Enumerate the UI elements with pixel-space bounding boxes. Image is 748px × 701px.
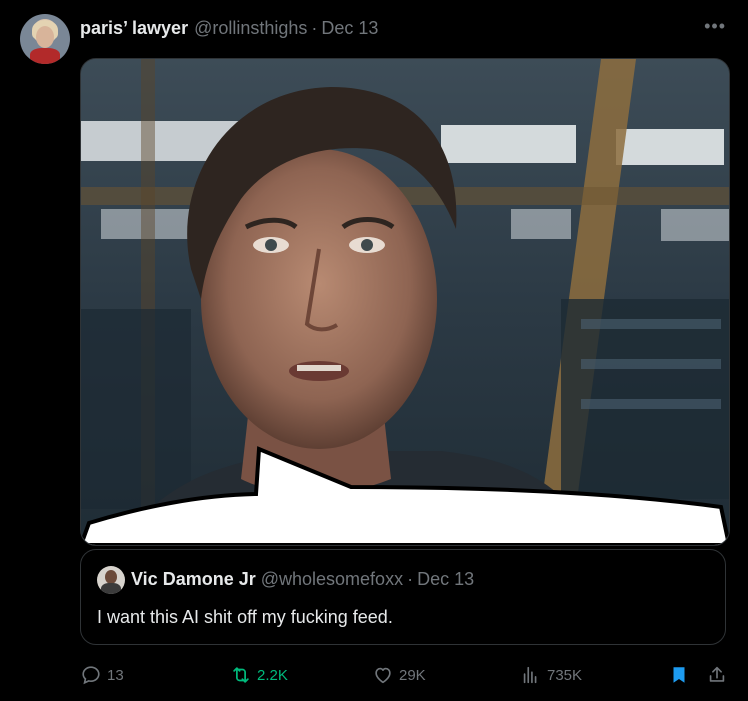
share-icon — [709, 666, 725, 682]
share-button[interactable] — [706, 660, 728, 690]
retweet-button[interactable]: 2.2K — [230, 660, 288, 690]
tweet-date[interactable]: Dec 13 — [321, 18, 378, 39]
tweet-header: paris’ lawyer @rollinsthighs · Dec 13 — [80, 17, 378, 39]
like-count: 29K — [399, 666, 426, 684]
quoted-tweet-text: I want this AI shit off my fucking feed. — [97, 607, 393, 627]
views-button[interactable]: 735K — [520, 660, 582, 690]
reply-button[interactable]: 13 — [80, 660, 124, 690]
more-options-icon[interactable]: ••• — [704, 16, 726, 36]
author-display-name[interactable]: paris’ lawyer — [80, 18, 188, 39]
retweet-icon — [233, 667, 249, 683]
header-separator: · — [311, 17, 318, 38]
tweet[interactable]: paris’ lawyer @rollinsthighs · Dec 13 ••… — [0, 0, 748, 701]
heart-icon — [375, 667, 391, 684]
tweet-action-bar: 13 2.2K 29K 735K — [80, 660, 728, 690]
avatar-face — [36, 26, 54, 48]
analytics-icon — [523, 666, 537, 684]
quoted-tweet[interactable]: Vic Damone Jr @wholesomefoxx · Dec 13 I … — [80, 549, 726, 645]
quoted-author-display-name[interactable]: Vic Damone Jr — [131, 569, 256, 590]
views-count: 735K — [547, 666, 583, 684]
reply-icon — [82, 666, 100, 685]
quoted-avatar-body — [101, 583, 121, 594]
bookmark-button[interactable] — [668, 660, 690, 690]
reply-count: 13 — [107, 666, 124, 684]
author-avatar[interactable] — [20, 14, 70, 64]
quoted-header-separator: · — [407, 569, 414, 589]
author-handle[interactable]: @rollinsthighs — [194, 18, 307, 39]
like-button[interactable]: 29K — [372, 660, 426, 690]
bookmark-icon — [673, 667, 685, 683]
retweet-count: 2.2K — [257, 666, 288, 684]
quoted-avatar-face — [105, 570, 117, 584]
quoted-tweet-header: Vic Damone Jr @wholesomefoxx · Dec 13 — [131, 569, 474, 590]
quoted-author-handle[interactable]: @wholesomefoxx — [261, 569, 403, 590]
media-illustration — [81, 59, 729, 545]
quoted-author-avatar[interactable] — [97, 566, 125, 594]
quoted-tweet-date[interactable]: Dec 13 — [417, 569, 474, 590]
tweet-media-image[interactable] — [80, 58, 730, 546]
avatar-scarf — [30, 48, 60, 64]
